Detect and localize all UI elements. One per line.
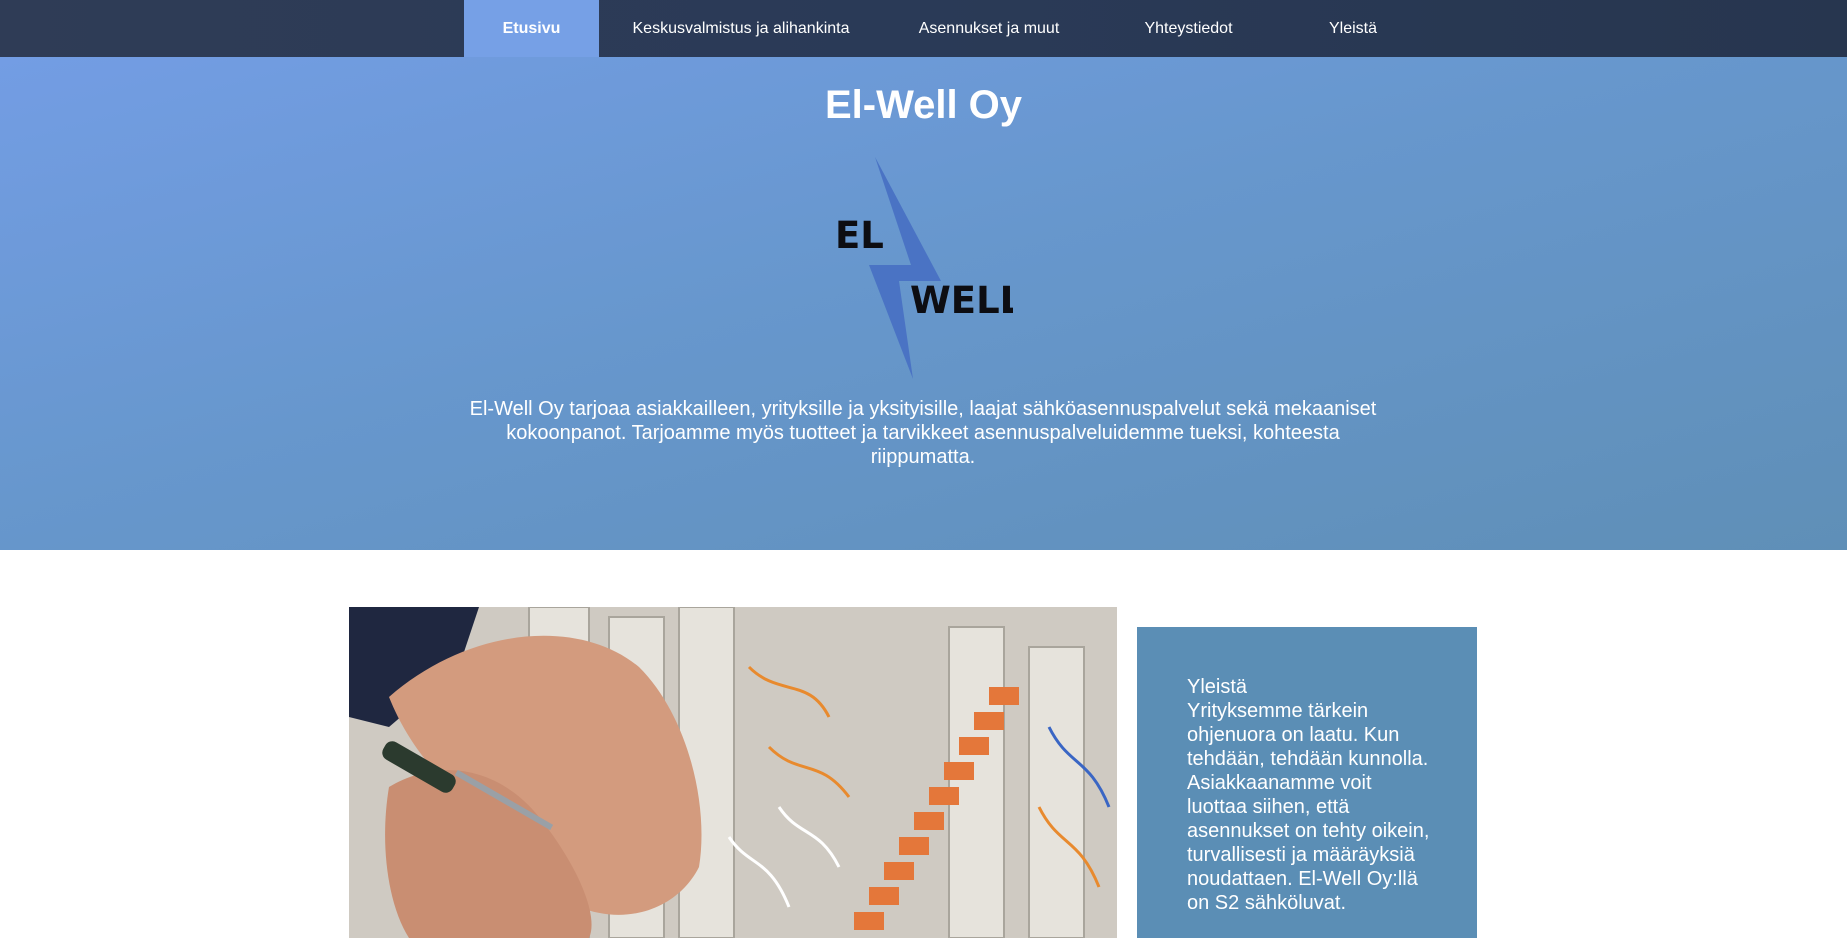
electrician-photo — [349, 607, 1117, 938]
intro-text: El-Well Oy tarjoaa asiakkailleen, yrityk… — [469, 398, 1377, 468]
nav-item-asennukset[interactable]: Asennukset ja muut — [883, 0, 1095, 57]
nav-item-yleista[interactable]: Yleistä — [1282, 0, 1424, 57]
info-card: Yleistä Yrityksemme tärkein ohjenuora on… — [1137, 627, 1477, 938]
page-title: El-Well Oy — [824, 83, 1023, 127]
info-card-heading: Yleistä — [1187, 676, 1248, 698]
lightning-bolt-icon — [869, 157, 941, 379]
info-card-content: Yleistä Yrityksemme tärkein ohjenuora on… — [1187, 675, 1432, 915]
top-navigation: Etusivu Keskusvalmistus ja alihankinta A… — [0, 0, 1847, 57]
company-logo: EL WELL — [835, 157, 1013, 379]
logo-text-well: WELL — [910, 279, 1013, 322]
hero-section: El-Well Oy EL WELL El-Well Oy tarjoaa as… — [0, 57, 1847, 550]
info-card-body: Yrityksemme tärkein ohjenuora on laatu. … — [1187, 700, 1430, 914]
nav-item-keskusvalmistus[interactable]: Keskusvalmistus ja alihankinta — [599, 0, 883, 57]
logo-text-el: EL — [835, 214, 884, 257]
nav-item-yhteystiedot[interactable]: Yhteystiedot — [1095, 0, 1282, 57]
nav-item-etusivu[interactable]: Etusivu — [464, 0, 599, 57]
nav-menu: Etusivu Keskusvalmistus ja alihankinta A… — [464, 0, 1424, 57]
